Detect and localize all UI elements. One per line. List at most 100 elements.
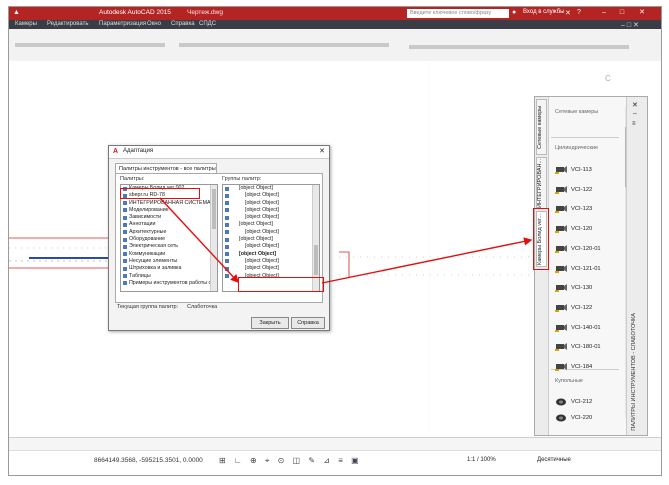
group-tree-item[interactable]: [object Object] (223, 192, 319, 199)
palette-list-item[interactable]: Архитектурные (121, 229, 217, 236)
palette-tab-integrated[interactable]: ИНТЕГРИРОВАН... (536, 157, 547, 209)
groups-scrollbar[interactable] (312, 185, 319, 291)
group-tree-item[interactable]: [object Object] (223, 265, 319, 272)
camera-model-label: VCI-122 (571, 304, 593, 311)
units-select[interactable]: Десятичные (537, 457, 571, 463)
palette-dome-item[interactable]: VCI-220 (555, 411, 592, 425)
menu-item-edit[interactable]: Редактировать (47, 21, 88, 27)
camera-model-label: VCI-121-01 (571, 265, 601, 272)
palette-camera-item[interactable]: VCI-123 (555, 202, 592, 216)
group-tree-item[interactable]: [object Object] (223, 236, 319, 243)
palette-list-item[interactable]: Несущие элементы (121, 258, 217, 265)
group-tree-item[interactable]: [object Object] (223, 258, 319, 265)
palette-list-item[interactable]: Аннотации (121, 221, 217, 228)
menu-item-cameras[interactable]: Камеры (15, 21, 37, 27)
camera-icon (555, 363, 567, 371)
ribbon (9, 29, 661, 61)
group-tree-item[interactable]: [object Object] (223, 229, 319, 236)
menu-item-help[interactable]: Справка (171, 21, 195, 27)
palette-list-item[interactable]: Коммуникации (121, 251, 217, 258)
palette-list-item[interactable]: Штриховка и заливка (121, 265, 217, 272)
palette-list-item[interactable]: Примеры инструментов работы с (121, 280, 217, 287)
camera-model-label: VCI-120 (571, 226, 593, 233)
maximize-button[interactable]: □ (617, 8, 627, 18)
palette-camera-item[interactable]: VCI-122 (555, 301, 592, 315)
group-tree-item[interactable]: [object Object] (223, 207, 319, 214)
camera-icon (555, 166, 567, 174)
palettes-list[interactable]: Камеры Болид ver 002 sbepr.ru RD-78 ИНТЕГР… (120, 184, 218, 292)
camera-model-label: VCI-130 (571, 285, 593, 292)
viewcube[interactable]: С (605, 74, 611, 83)
annotation-scale[interactable]: 1:1 / 100% (467, 457, 496, 463)
group-tree-item[interactable]: [object Object] (223, 251, 319, 258)
menu-window-controls[interactable]: – □ ✕ (621, 21, 639, 29)
palette-list-item[interactable]: Моделирование (121, 207, 217, 214)
minimize-button[interactable]: – (599, 8, 609, 18)
palette-tab-network[interactable]: Сетевые камеры (536, 99, 547, 155)
camera-icon (555, 323, 567, 332)
camera-icon (555, 185, 567, 194)
palette-dome-item[interactable]: VCI-212 (555, 395, 592, 409)
camera-model-label: VCI-120-01 (571, 245, 601, 252)
palette-title: ПАЛИТРЫ ИНСТРУМЕНТОВ - СЛАБОТОЧКА (631, 313, 637, 431)
palette-camera-item[interactable]: VCI-122 (555, 183, 592, 197)
group-tree-item[interactable]: [object Object] (223, 185, 319, 192)
camera-model-label: VCI-180-01 (571, 344, 601, 351)
dialog-title-bar: A Адаптация ✕ (109, 146, 329, 159)
palette-camera-item[interactable]: VCI-140-01 (555, 321, 601, 335)
search-input[interactable]: Введите ключевое слово/фразу (407, 9, 509, 18)
menu-item-parametric[interactable]: Параметризация (99, 21, 146, 27)
title-bar: ▲ Autodesk AutoCAD 2015 Чертеж.dwg Введи… (9, 7, 661, 20)
palette-camera-item[interactable]: VCI-120 (555, 222, 592, 236)
palettes-scrollbar[interactable] (210, 185, 217, 291)
help-icon[interactable]: ? (577, 9, 581, 16)
app-menu-icon[interactable]: ▲ (13, 9, 20, 16)
palette-list-item[interactable]: Таблицы (121, 273, 217, 280)
camera-model-label: VCI-220 (571, 415, 593, 421)
status-bar: 8664149.3568, -595215.3501, 0.0000 ⊞ ∟ ⊕… (9, 450, 661, 475)
exchange-icon[interactable]: ✕ (565, 9, 571, 17)
dome-header: Купольные (555, 378, 583, 384)
customize-dialog: A Адаптация ✕ Палитры инструментов - все… (108, 145, 330, 331)
palette-autohide-icon[interactable]: ⇔ (632, 111, 638, 117)
palette-list-item[interactable]: Оборудование (121, 236, 217, 243)
palette-camera-item[interactable]: VCI-120-01 (555, 242, 601, 256)
close-window-button[interactable]: ✕ (637, 8, 647, 18)
dome-camera-icon (556, 398, 566, 406)
help-button[interactable]: Справка (291, 317, 325, 329)
signin-button[interactable]: Вход в службы (523, 9, 565, 15)
camera-icon (555, 244, 567, 253)
palette-list-item[interactable]: Зависимости (121, 214, 217, 221)
command-line[interactable] (9, 437, 661, 451)
palette-close-icon[interactable]: ✕ (632, 101, 638, 109)
palette-camera-item[interactable]: VCI-130 (555, 281, 592, 295)
group-tree-item[interactable]: [object Object] (223, 214, 319, 221)
palette-items: Сетевые камеры Цилиндрические Купольные … (551, 97, 623, 435)
camera-model-label: VCI-123 (571, 206, 593, 213)
group-tree-item[interactable]: [object Object] (223, 200, 319, 207)
camera-icon (555, 205, 567, 214)
camera-model-label: VCI-184 (571, 364, 593, 370)
camera-icon (555, 264, 567, 273)
dialog-close-icon[interactable]: ✕ (319, 147, 325, 155)
close-button[interactable]: Закрыть (251, 317, 289, 329)
palette-camera-item[interactable]: VCI-180-01 (555, 340, 601, 354)
group-tree-item[interactable]: [object Object] (223, 243, 319, 250)
palette-camera-item[interactable]: VCI-184 (555, 360, 592, 374)
user-icon[interactable]: ● (512, 9, 516, 16)
menu-item-spds[interactable]: СПДС (199, 21, 216, 27)
palette-camera-item[interactable]: VCI-113 (555, 163, 592, 177)
dialog-title: Адаптация (123, 148, 154, 154)
groups-tree[interactable]: [object Object] [object Object] [object Ob… (222, 184, 320, 292)
palette-list-item[interactable]: Электрическая сеть (121, 243, 217, 250)
drafting-toggles-icon[interactable]: ⊞ ∟ ⊕ ⌖ ⊙ ◫ ✎ ⊿ ≡ ▣ (219, 456, 362, 466)
tab-all-palettes[interactable]: Палитры инструментов - все палитры (115, 163, 217, 173)
app-title: Autodesk AutoCAD 2015 (99, 9, 171, 16)
coordinates-readout: 8664149.3568, -595215.3501, 0.0000 (94, 457, 203, 464)
palette-camera-item[interactable]: VCI-121-01 (555, 262, 601, 276)
group-tree-item[interactable]: [object Object] (223, 221, 319, 228)
palette-properties-icon[interactable]: ≡ (632, 121, 636, 127)
palette-list-item[interactable]: ИНТЕГРИРОВАННАЯ СИСТЕМА О (121, 200, 217, 207)
camera-icon (555, 225, 567, 234)
menu-item-window[interactable]: Окно (147, 21, 161, 27)
